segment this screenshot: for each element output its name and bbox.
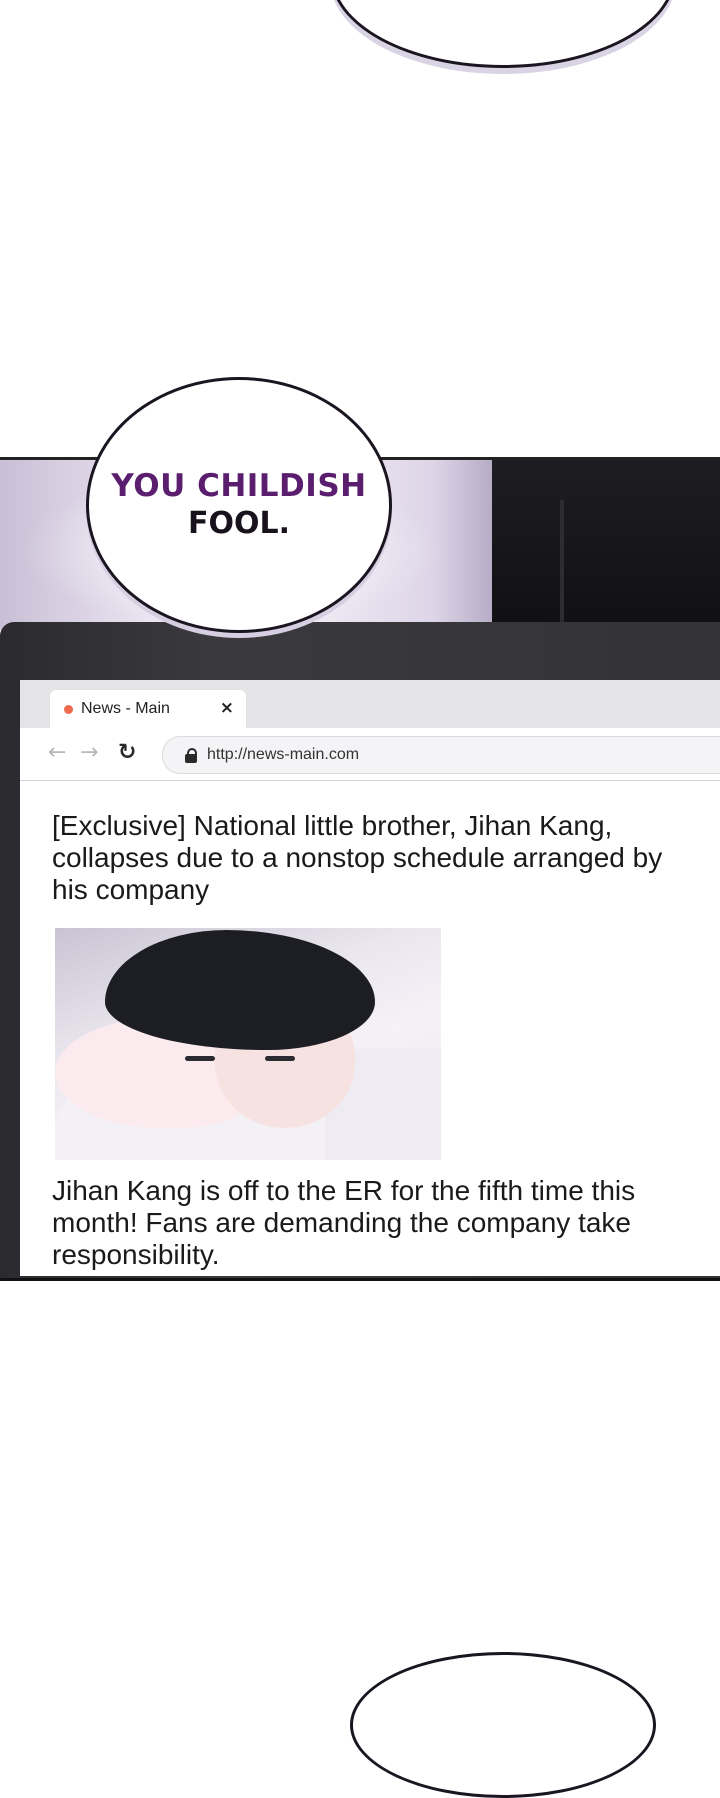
speech-bubble: YOU CHILDISH FOOL. (86, 377, 392, 633)
speech-bubble-top (330, 0, 676, 68)
back-arrow-icon[interactable]: ← (48, 742, 66, 764)
forward-arrow-icon[interactable]: → (80, 742, 98, 764)
tab-title: News - Main (81, 700, 170, 717)
photo-eye-right (265, 1056, 295, 1061)
tab-bar: News - Main × (20, 680, 720, 728)
dark-figure (492, 460, 720, 630)
speech-bubble-bottom (350, 1652, 656, 1798)
article-headline[interactable]: [Exclusive] National little brother, Jih… (52, 810, 692, 906)
tab-favicon-dot (64, 704, 73, 714)
close-icon[interactable]: × (220, 698, 234, 718)
address-bar[interactable]: http://news-main.com (162, 736, 720, 774)
browser-window: News - Main × ← → ↻ http://news-main.com… (20, 680, 720, 1276)
photo-eye-left (185, 1056, 215, 1061)
sleeve-fold (560, 500, 564, 630)
reload-icon[interactable]: ↻ (118, 742, 136, 764)
browser-toolbar: ← → ↻ http://news-main.com (20, 728, 720, 781)
article-photo[interactable] (55, 928, 441, 1160)
url-text: http://news-main.com (207, 746, 360, 763)
lock-icon (185, 748, 197, 763)
speech-line-2: FOOL. (187, 506, 290, 541)
speech-line-1: YOU CHILDISH (111, 468, 367, 504)
tab-news-main[interactable]: News - Main × (50, 690, 246, 728)
article-summary: Jihan Kang is off to the ER for the fift… (52, 1175, 636, 1270)
photo-hair (105, 930, 375, 1050)
